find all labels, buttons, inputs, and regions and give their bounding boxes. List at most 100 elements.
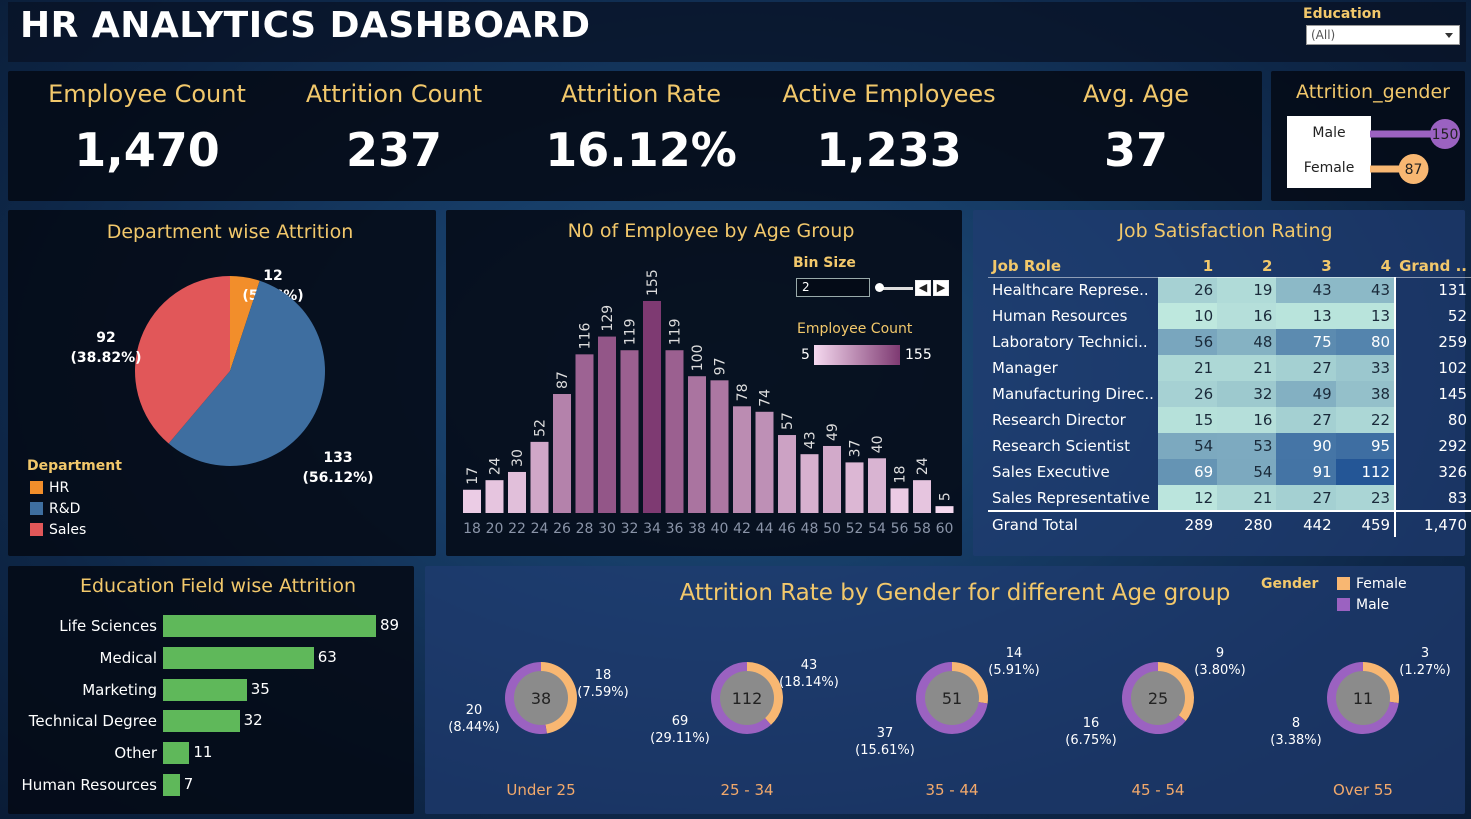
table-row[interactable]: Sales Representative 12 21 27 23 83 — [988, 485, 1471, 511]
age-tick-label: 52 — [846, 521, 864, 537]
row-total-cell: 83 — [1394, 485, 1471, 511]
job-role-cell: Human Resources — [992, 307, 1128, 325]
rating-cell: 21 — [1217, 355, 1277, 381]
age-bar[interactable] — [508, 471, 526, 513]
job-role-cell: Healthcare Represe.. — [992, 281, 1149, 300]
rating-cell: 95 — [1335, 433, 1396, 459]
age-bar[interactable] — [868, 458, 886, 513]
age-bar[interactable] — [553, 394, 571, 513]
female-count-label: 14 — [1005, 646, 1023, 661]
table-row[interactable]: Research Scientist 54 53 90 95 292 — [988, 433, 1471, 459]
age-tick-label: 46 — [778, 521, 796, 537]
gender-value-label: 150 — [1432, 127, 1459, 143]
age-tick-label: 44 — [756, 521, 774, 537]
age-bar-value-label: 5 — [938, 492, 954, 501]
education-bar[interactable] — [163, 678, 247, 701]
table-row[interactable]: Sales Executive 69 54 91 112 326 — [988, 459, 1471, 485]
grand-total-value: 1,470 — [1394, 510, 1471, 537]
age-bar-value-label: 87 — [555, 371, 571, 389]
rating-cell: 16 — [1217, 303, 1277, 329]
education-field-label: Other — [114, 744, 157, 763]
age-bar[interactable] — [665, 350, 684, 513]
kpi-attrition-count-label: Attrition Count — [305, 80, 483, 108]
age-bar[interactable] — [463, 489, 481, 513]
age-bar-value-label: 49 — [825, 423, 841, 441]
table-row[interactable]: Healthcare Represe.. 26 19 43 43 131 — [988, 277, 1471, 303]
job-role-cell: Manufacturing Direc.. — [992, 385, 1154, 403]
table-row[interactable]: Laboratory Technici.. 56 48 75 80 259 — [988, 329, 1471, 355]
age-bar[interactable] — [800, 454, 819, 513]
col-header-2[interactable]: 2 — [1217, 255, 1277, 278]
rating-cell: 90 — [1276, 433, 1336, 459]
grand-total-label: Grand Total — [988, 510, 1158, 537]
table-row[interactable]: Manufacturing Direc.. 26 32 49 38 145 — [988, 381, 1471, 407]
education-bar[interactable] — [163, 774, 180, 796]
rating-cell: 80 — [1335, 329, 1396, 355]
education-bar[interactable] — [163, 615, 376, 637]
age-bar[interactable] — [845, 462, 864, 513]
row-total-cell: 292 — [1394, 433, 1471, 459]
col-header-4[interactable]: 4 — [1335, 255, 1396, 278]
age-tick-label: 32 — [621, 521, 639, 537]
chevron-down-icon[interactable] — [1445, 33, 1453, 38]
age-bar-value-label: 57 — [780, 412, 796, 430]
age-tick-label: 60 — [936, 521, 954, 537]
male-count-label: 8 — [1291, 716, 1301, 731]
age-bar[interactable] — [688, 376, 706, 513]
gender-value-label: 87 — [1405, 162, 1423, 178]
age-bar-value-label: 97 — [713, 358, 729, 376]
age-bar[interactable] — [598, 336, 616, 513]
donut-total-label: 51 — [942, 689, 962, 708]
rating-cell: 15 — [1157, 407, 1218, 433]
age-bar[interactable] — [575, 354, 594, 513]
job-satisfaction-title: Job Satisfaction Rating — [1118, 220, 1333, 242]
age-bar[interactable] — [755, 411, 774, 513]
age-tick-label: 18 — [463, 521, 481, 537]
col-header-3[interactable]: 3 — [1276, 255, 1336, 278]
age-group-title: N0 of Employee by Age Group — [567, 220, 855, 242]
kpi-avg-age-value: 37 — [1103, 123, 1168, 177]
male-count-label: 16 — [1082, 716, 1100, 731]
age-bar[interactable] — [913, 480, 931, 513]
col-header-1[interactable]: 1 — [1157, 255, 1218, 278]
age-tick-label: 22 — [508, 521, 526, 537]
age-bar[interactable] — [778, 435, 796, 513]
table-row[interactable]: Manager 21 21 27 33 102 — [988, 355, 1471, 381]
col-header-job-role[interactable]: Job Role — [988, 255, 1158, 278]
age-tick-label: 54 — [868, 521, 886, 537]
age-bar-value-label: 52 — [533, 419, 549, 437]
age-bar[interactable] — [710, 380, 729, 513]
male-pct-label: (3.38%) — [1270, 733, 1322, 748]
female-pct-label: (1.27%) — [1399, 663, 1451, 678]
pie-pct-label: (38.82%) — [70, 350, 141, 366]
age-tick-label: 26 — [553, 521, 571, 537]
grand-total-row: Grand Total 289 280 442 459 1,470 — [988, 510, 1471, 537]
rating-cell: 32 — [1217, 381, 1277, 407]
education-bar[interactable] — [163, 710, 240, 733]
education-filter-dropdown[interactable]: (All) — [1306, 25, 1460, 45]
rating-cell: 38 — [1335, 381, 1396, 407]
row-total-cell: 52 — [1394, 303, 1471, 329]
kpi-attrition-rate-value: 16.12% — [545, 123, 737, 177]
table-row[interactable]: Human Resources 10 16 13 13 52 — [988, 303, 1471, 329]
age-bar[interactable] — [620, 350, 639, 513]
education-bar[interactable] — [163, 742, 190, 765]
age-bar[interactable] — [823, 445, 841, 513]
age-bar-value-label: 24 — [915, 457, 931, 475]
age-bar[interactable] — [935, 506, 954, 513]
education-bar[interactable] — [163, 646, 314, 669]
age-bar[interactable] — [733, 406, 751, 513]
age-bar[interactable] — [643, 301, 661, 513]
education-field-title: Education Field wise Attrition — [79, 575, 357, 597]
gender-legend-title: Gender — [1261, 576, 1319, 592]
education-field-label: Life Sciences — [59, 617, 157, 635]
age-bar[interactable] — [485, 480, 504, 513]
age-bar[interactable] — [530, 441, 549, 513]
table-row[interactable]: Research Director 15 16 27 22 80 — [988, 407, 1471, 433]
job-satisfaction-table: Job Role 1 2 3 4 Grand .. Healthcare Rep… — [988, 255, 1471, 537]
rating-cell: 19 — [1217, 277, 1277, 303]
education-bar-value: 89 — [380, 616, 400, 634]
age-bar[interactable] — [890, 488, 909, 513]
col-header-grand-total[interactable]: Grand .. — [1395, 255, 1471, 278]
rating-cell: 43 — [1276, 277, 1336, 303]
